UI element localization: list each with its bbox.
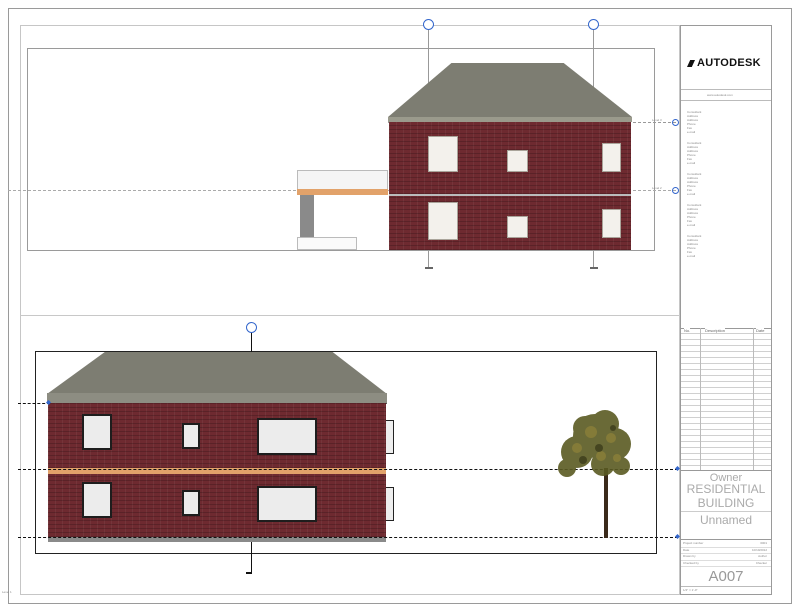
scale-note: 1/4" = 1'-0" [683,588,698,592]
level-marker-icon [672,119,679,126]
consultant-group: Consultant Address Address Phone Fax e-m… [687,234,767,258]
level-label-mid: Level 2 [652,186,662,190]
title-block: AUTODESK www.autodesk.com Consultant Add… [680,25,772,595]
side-window-frame [386,487,394,521]
window [82,482,112,518]
window [182,490,200,516]
autodesk-logo-icon [687,60,695,67]
window [257,486,317,522]
side-level-label: Level 1 [2,590,12,594]
project-name-line2: BUILDING [697,496,755,510]
grid-end-tick [590,267,598,269]
tree-entourage [558,410,631,538]
rev-header-date: Date [756,328,765,333]
consultant-group: Consultant Address Address Phone Fax e-m… [687,203,767,227]
level-line-upper-front [18,403,50,404]
project-name-line1: RESIDENTIAL [686,482,766,496]
tree-trunk [604,468,608,538]
grid-end-tick [425,267,433,269]
level-marker-icon [672,187,679,194]
grid-bubble-icon [423,19,434,30]
view-divider [20,315,680,316]
floor-line [389,194,631,196]
grid-end-tick [246,572,252,574]
window [428,136,458,172]
side-window-frame [386,420,394,454]
roof-front-view [47,352,387,394]
consultant-line: e-mail [687,192,696,196]
window [602,209,621,238]
consultant-group: Consultant Address Address Phone Fax e-m… [687,110,767,134]
window [257,418,317,455]
window [507,216,528,238]
consultant-line: e-mail [687,130,696,134]
sheet-number: A007 [708,568,744,585]
level-label-upper: Level 3 [652,118,662,122]
info-row: Checked by Checker [681,561,771,567]
window [428,202,458,240]
window [507,150,528,172]
logo-text: AUTODESK [697,57,761,69]
logo-subtext: www.autodesk.com [707,93,733,97]
window [82,414,112,450]
rev-header-no: No. [684,328,691,333]
sheet-name: Unnamed [699,513,753,527]
logo-area: AUTODESK [683,28,769,98]
revision-table: No. Description Date [681,328,771,470]
consultant-list: Consultant Address Address Phone Fax e-m… [687,110,767,258]
consultant-group: Consultant Address Address Phone Fax e-m… [687,172,767,196]
sheet-info-rows: Project number 0001 Date 10/10/2012 Draw… [681,541,771,567]
canopy-glass [297,170,388,191]
window [182,423,200,449]
grid-bubble-icon [588,19,599,30]
consultant-line: e-mail [687,223,696,227]
rev-header-description: Description [705,328,726,333]
railing [297,237,357,250]
grid-bubble-icon [246,322,257,333]
window [602,143,621,172]
consultant-line: e-mail [687,254,696,258]
consultant-line: e-mail [687,161,696,165]
consultant-group: Consultant Address Address Phone Fax e-m… [687,141,767,165]
